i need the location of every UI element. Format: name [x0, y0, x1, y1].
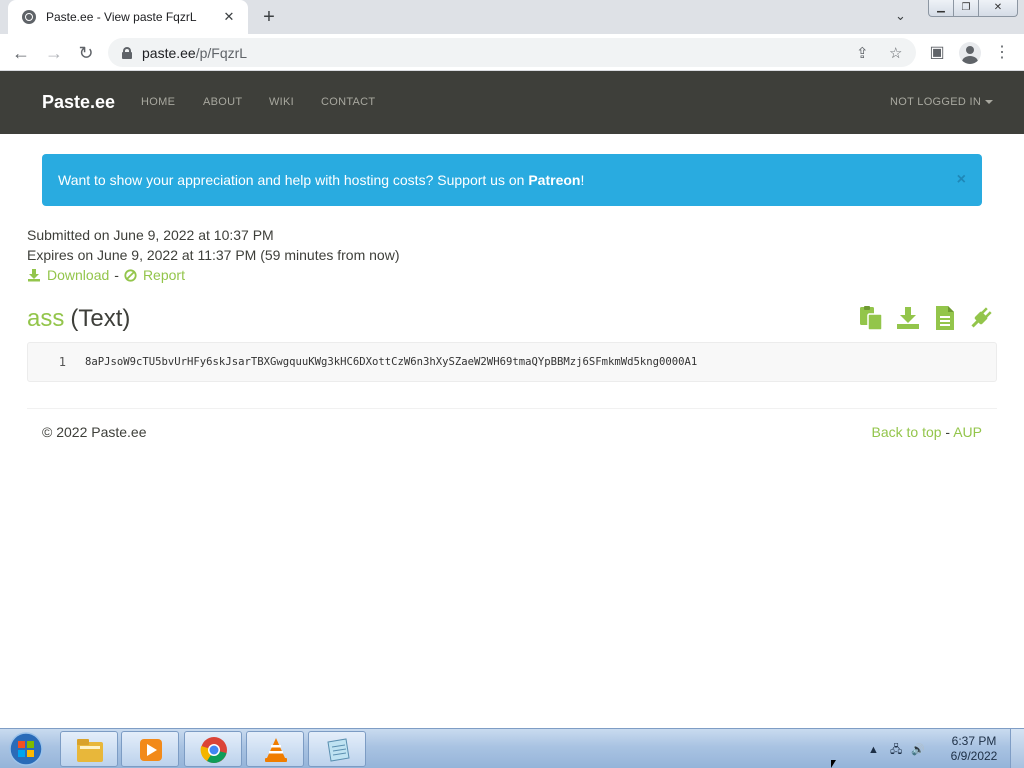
windows-taskbar: ▲ 🖧 🔊 6:37 PM 6/9/2022 — [0, 728, 1024, 768]
nav-wiki[interactable]: WIKI — [269, 96, 294, 108]
expiry-date: Expires on June 9, 2022 at 11:37 PM (59 … — [27, 247, 400, 263]
footer-links: Back to top - AUP — [871, 424, 982, 440]
taskbar-explorer[interactable] — [60, 731, 118, 767]
download-icon — [28, 269, 40, 282]
alert-suffix: ! — [580, 172, 585, 188]
taskbar-vlc[interactable] — [246, 731, 304, 767]
paste-name: ass — [27, 305, 65, 332]
bookmark-star-icon[interactable]: ☆ — [889, 44, 902, 62]
show-desktop-button[interactable] — [1010, 729, 1024, 768]
media-player-icon — [140, 739, 162, 761]
clock-date: 6/9/2022 — [950, 749, 998, 763]
ban-icon — [124, 268, 137, 282]
alert-close-button[interactable]: × — [957, 171, 966, 189]
reload-button[interactable]: ↻ — [74, 41, 98, 65]
forward-button[interactable]: → — [42, 41, 66, 65]
url-path: /p/FqzrL — [195, 44, 248, 61]
paste-code-box[interactable]: 1 8aPJsoW9cTU5bvUrHFy6skJsarTBXGwgquuKWg… — [27, 342, 997, 382]
download-paste-icon[interactable] — [895, 305, 921, 331]
patreon-link[interactable]: Patreon — [528, 172, 580, 188]
caret-down-icon — [985, 100, 994, 105]
tab-title: Paste.ee - View paste FqzrL — [46, 10, 197, 24]
paste-content[interactable]: 8aPJsoW9cTU5bvUrHFy6skJsarTBXGwgquuKWg3k… — [85, 343, 697, 381]
tab-strip: Paste.ee - View paste FqzrL ✕ + ⌄ ▁ ❐ ✕ — [0, 0, 1024, 34]
share-icon[interactable]: ⇪ — [856, 44, 869, 62]
download-link[interactable]: Download — [47, 267, 109, 283]
profile-avatar[interactable] — [959, 42, 981, 64]
nav-contact[interactable]: CONTACT — [321, 96, 375, 108]
nav-about[interactable]: ABOUT — [203, 96, 242, 108]
address-bar[interactable]: paste.ee/p/FqzrL ⇪ ☆ — [108, 38, 916, 67]
lock-icon[interactable] — [122, 46, 132, 59]
system-tray: ▲ 🖧 🔊 — [868, 741, 925, 760]
taskbar-chrome[interactable] — [184, 731, 242, 767]
chrome-icon — [200, 737, 227, 763]
chevron-down-icon[interactable]: ⌄ — [895, 8, 906, 24]
raw-file-icon[interactable] — [932, 305, 958, 331]
restore-button[interactable]: ❐ — [953, 0, 979, 17]
new-tab-button[interactable]: + — [258, 6, 280, 28]
line-number: 1 — [58, 355, 66, 369]
submitted-date: Submitted on June 9, 2022 at 10:37 PM — [27, 227, 274, 243]
vlc-icon — [265, 738, 287, 762]
network-icon[interactable]: 🖧 — [890, 744, 902, 756]
clock-time: 6:37 PM — [951, 734, 997, 748]
report-link[interactable]: Report — [143, 267, 185, 283]
taskbar-clock[interactable]: 6:37 PM 6/9/2022 — [946, 734, 1002, 764]
volume-icon[interactable]: 🔊 — [911, 744, 925, 756]
show-hidden-icons[interactable]: ▲ — [868, 744, 879, 756]
menu-kebab-icon[interactable]: ⋮ — [991, 42, 1013, 62]
close-window-button[interactable]: ✕ — [978, 0, 1018, 17]
alert-text: Want to show your appreciation and help … — [58, 172, 525, 188]
plug-icon[interactable] — [968, 305, 994, 331]
footer-separator: - — [941, 424, 954, 440]
start-button[interactable] — [4, 730, 48, 768]
side-panel-icon[interactable]: ▣ — [926, 42, 948, 62]
browser-toolbar: ← → ↻ paste.ee/p/FqzrL ⇪ ☆ ▣ ⋮ — [0, 34, 1024, 71]
tab-close-button[interactable]: ✕ — [220, 9, 238, 25]
aup-link[interactable]: AUP — [953, 424, 982, 440]
login-dropdown[interactable]: NOT LOGGED IN — [890, 96, 994, 108]
link-separator: - — [114, 267, 119, 283]
globe-icon — [22, 10, 36, 24]
copy-icon[interactable] — [858, 305, 884, 331]
taskbar-notepad[interactable] — [308, 731, 366, 767]
footer-divider — [27, 408, 997, 409]
nav-home[interactable]: HOME — [141, 96, 175, 108]
paste-title: ass (Text) — [27, 305, 130, 333]
minimize-button[interactable]: ▁ — [928, 0, 954, 17]
paste-language: (Text) — [70, 305, 131, 332]
back-button[interactable]: ← — [9, 41, 33, 65]
notepad-icon — [327, 738, 350, 762]
url-host: paste.ee — [142, 44, 196, 61]
site-navbar: Paste.ee HOME ABOUT WIKI CONTACT NOT LOG… — [0, 71, 1024, 134]
paste-links: Download - Report — [27, 267, 185, 283]
patreon-alert: Want to show your appreciation and help … — [42, 154, 982, 206]
mouse-cursor — [831, 760, 836, 768]
browser-tab[interactable]: Paste.ee - View paste FqzrL ✕ — [8, 0, 248, 34]
login-label: NOT LOGGED IN — [890, 96, 982, 108]
taskbar-media-player[interactable] — [121, 731, 179, 767]
back-to-top-link[interactable]: Back to top — [871, 424, 941, 440]
site-brand[interactable]: Paste.ee — [42, 92, 115, 113]
file-explorer-icon — [77, 739, 103, 762]
copyright: © 2022 Paste.ee — [42, 424, 147, 440]
